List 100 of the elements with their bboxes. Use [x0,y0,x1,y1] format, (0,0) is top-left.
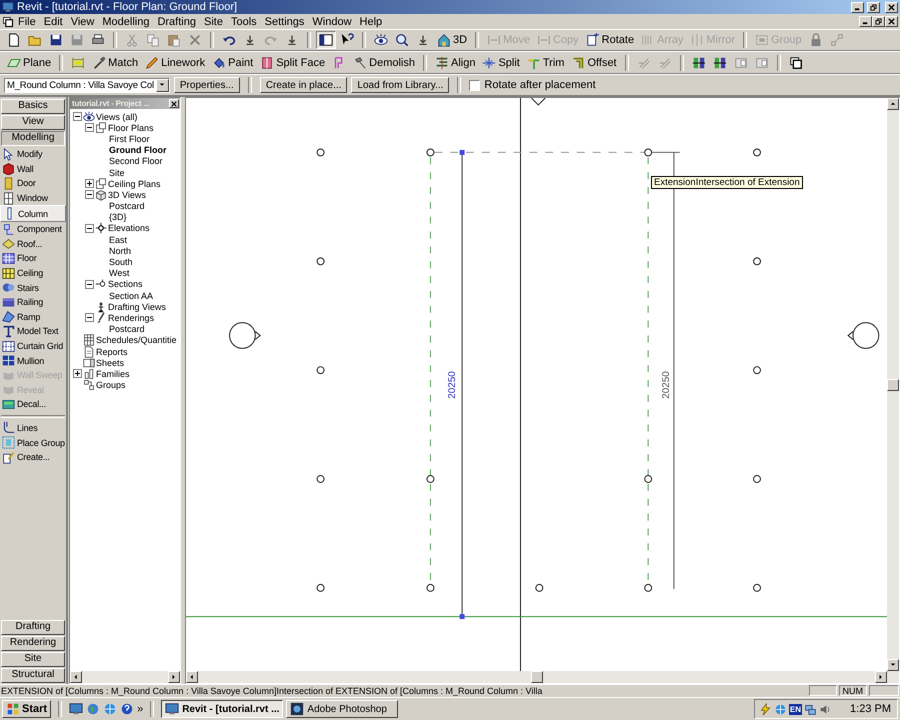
design-tool[interactable]: Railing [0,294,66,310]
design-tool[interactable]: Component [0,222,66,237]
toolbar-button[interactable]: Split Face [257,54,328,72]
design-bar-tab[interactable]: Modelling [1,131,65,146]
toolbar-button[interactable]: Trim [524,54,568,72]
tree-item[interactable]: Postcard [107,324,145,334]
tree-item[interactable]: Reports [96,346,128,357]
tree-item[interactable]: {3D} [107,212,127,222]
restore-button[interactable] [872,16,885,27]
toolbar-button[interactable]: 3D [434,31,470,49]
scroll-right-button[interactable] [168,671,180,683]
menu-item[interactable]: Help [356,16,386,28]
grip-handle[interactable] [460,614,465,620]
window-button[interactable] [316,31,336,49]
collapse-toggle[interactable] [85,224,94,233]
language-indicator[interactable]: EN [788,704,802,714]
scroll-thumb[interactable] [887,378,899,390]
option-button[interactable]: Load from Library... [351,77,450,93]
design-tool[interactable]: Column [0,205,66,222]
option-button[interactable]: Create in place... [260,77,348,93]
design-tool[interactable]: Stairs [0,280,66,295]
design-tool[interactable]: Curtain Grid [0,338,66,354]
design-bar-tab[interactable]: Site [1,652,65,667]
tree-item[interactable]: Sections [108,279,143,290]
more-chevron[interactable]: » [137,703,144,715]
tree-item[interactable]: Floor Plans [108,122,154,133]
scroll-thumb[interactable] [530,671,542,683]
toolbar-button[interactable]: Linework [142,54,208,72]
design-bar-tab[interactable]: Drafting [1,620,65,635]
collapse-toggle[interactable] [85,280,94,289]
design-tool[interactable]: Decal... [0,397,66,412]
design-tool[interactable]: Modify [0,147,66,162]
collapse-toggle[interactable] [73,112,82,122]
collapse-toggle[interactable] [85,313,94,322]
menu-item[interactable]: Edit [40,16,67,28]
design-bar-tab[interactable]: Structural [1,668,65,683]
toolbar-button[interactable]: Plane [4,54,54,72]
design-bar-tab[interactable]: Basics [1,99,65,114]
tree-item[interactable]: West [107,268,130,278]
design-tool[interactable]: Door [0,176,66,191]
tree-item[interactable]: East [107,234,128,245]
tree-item[interactable]: 3D Views [108,190,146,200]
toolbar-button[interactable]: Demolish [350,54,418,72]
scroll-down-button[interactable] [887,659,899,671]
tree-item[interactable]: Ground Floor [107,145,166,156]
design-bar-tab[interactable]: View [1,115,65,130]
menu-item[interactable]: Tools [226,16,261,28]
design-tool[interactable]: Floor [0,251,66,266]
tree-item[interactable]: Elevations [108,223,150,234]
toolbar-button[interactable]: Split [479,54,523,72]
expand-toggle[interactable] [85,179,94,188]
option-button[interactable]: Properties... [174,77,240,93]
menu-item[interactable]: Site [200,16,227,28]
design-tool[interactable]: Place Group [0,435,66,450]
tree-item[interactable]: Renderings [108,312,154,323]
tree-item[interactable]: Ceiling Plans [108,178,161,189]
minimize-button[interactable] [851,2,864,12]
grip-handle[interactable] [460,150,465,155]
collapse-toggle[interactable] [85,123,94,132]
restore-button[interactable] [867,2,880,12]
menu-item[interactable]: File [14,16,40,28]
expand-toggle[interactable] [73,369,82,378]
tree-item[interactable]: Views (all) [96,112,138,122]
scroll-left-button[interactable] [186,671,198,683]
start-button[interactable]: Start [2,700,52,718]
menu-item[interactable]: View [66,16,98,28]
scroll-up-button[interactable] [887,98,899,110]
design-tool[interactable]: Lines [0,420,66,436]
taskbar-button[interactable]: Adobe Photoshop [286,700,398,718]
tree-item[interactable]: Postcard [107,201,145,212]
checkbox[interactable] [469,80,480,90]
design-tool[interactable]: Create... [0,450,66,464]
tree-item[interactable]: North [107,246,132,256]
collapse-toggle[interactable] [85,190,94,200]
toolbar-button[interactable]: Rotate [582,31,638,49]
toolbar-button[interactable]: Align [432,54,478,72]
tree-item[interactable]: Drafting Views [108,302,166,312]
taskbar-button[interactable]: Revit - [tutorial.rvt ... [161,700,284,718]
menu-item[interactable]: Window [308,16,356,28]
scroll-right-button[interactable] [875,671,887,683]
close-button[interactable] [885,2,898,12]
close-button[interactable] [169,99,179,108]
tree-item[interactable]: Sheets [96,358,124,368]
design-tool[interactable]: Mullion [0,353,66,368]
tree-item[interactable]: Second Floor [107,156,163,166]
toolbar-button[interactable]: Paint [209,54,256,72]
design-tool[interactable]: Wall [0,162,66,176]
design-bar-tab[interactable]: Rendering [1,636,65,651]
tree-item[interactable]: Section AA [107,290,154,301]
design-tool[interactable]: Ramp [0,310,66,324]
design-tool[interactable]: Model Text [0,324,66,339]
tree-item[interactable]: South [107,257,133,268]
menu-item[interactable]: Drafting [153,16,200,28]
close-button[interactable] [885,16,898,27]
tree-item[interactable]: Groups [96,380,126,390]
tree-item[interactable]: Families [96,368,130,379]
design-tool[interactable]: Window [0,190,66,206]
tree-item[interactable]: Schedules/Quantitie [96,335,177,346]
toolbar-button[interactable]: Match [89,54,142,72]
menu-item[interactable]: Modelling [98,16,154,28]
